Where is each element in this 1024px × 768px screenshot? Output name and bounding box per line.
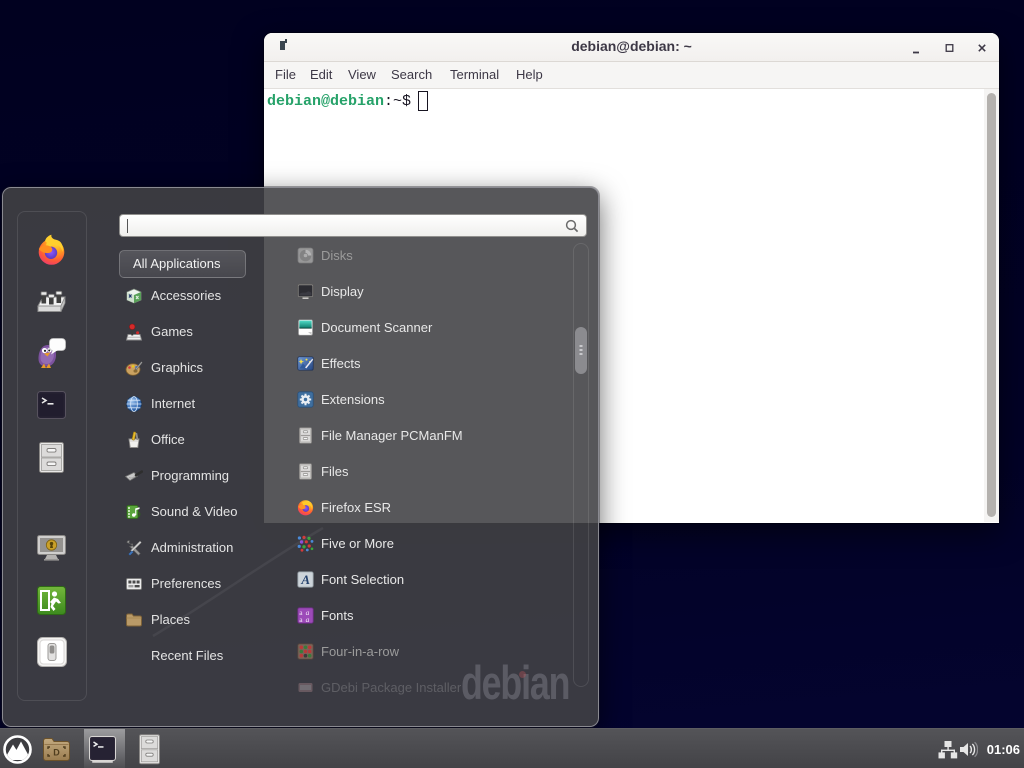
svg-text:A: A xyxy=(300,572,310,587)
svg-text:a: a xyxy=(306,615,310,624)
svg-text:D: D xyxy=(53,748,60,758)
